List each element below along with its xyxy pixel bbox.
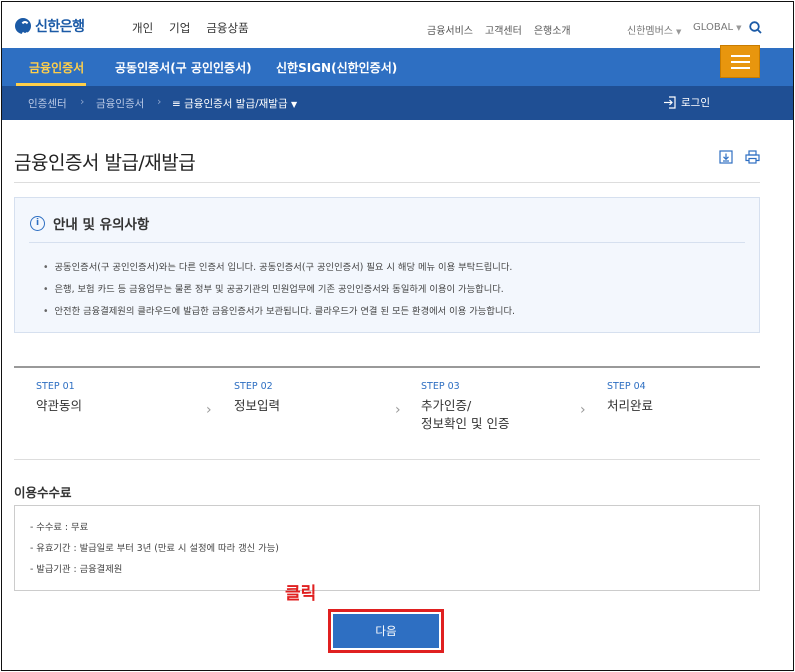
next-button[interactable]: 다음 bbox=[333, 614, 439, 648]
nav-item-business[interactable]: 기업 bbox=[169, 20, 190, 36]
print-icon[interactable] bbox=[745, 150, 760, 164]
nav-item-products[interactable]: 금융상품 bbox=[206, 20, 248, 36]
step-number: STEP 03 bbox=[421, 381, 460, 392]
utility-nav: 금융서비스 고객센터 은행소개 bbox=[427, 22, 571, 37]
tab-joint-cert[interactable]: 공동인증서(구 공인인증서) bbox=[115, 59, 252, 76]
step-number: STEP 04 bbox=[607, 381, 646, 392]
breadcrumb-current[interactable]: ≡ 금융인증서 발급/재발급 ▼ bbox=[172, 96, 297, 111]
notice-box: i 안내 및 유의사항 공동인증서(구 공인인증서)와는 다른 인증서 입니다.… bbox=[14, 197, 760, 333]
chevron-right-icon: › bbox=[80, 95, 85, 108]
chevron-right-icon: › bbox=[580, 402, 586, 418]
brand-logo[interactable]: 신한은행 bbox=[15, 16, 85, 36]
cert-nav-bar: 금융인증서 공동인증서(구 공인인증서) 신한SIGN(신한인증서) bbox=[2, 48, 793, 86]
member-menu[interactable]: 신한멤버스 ▼ bbox=[627, 22, 681, 37]
breadcrumb-current-label: 금융인증서 발급/재발급 bbox=[184, 98, 288, 110]
util-customer-center[interactable]: 고객센터 bbox=[485, 22, 522, 37]
notice-item: 공동인증서(구 공인인증서)와는 다른 인증서 입니다. 공동인증서(구 공인인… bbox=[43, 259, 515, 281]
step-label: 정보입력 bbox=[234, 398, 281, 413]
breadcrumb-item[interactable]: 인증센터 bbox=[28, 96, 67, 111]
fee-title: 이용수수료 bbox=[14, 485, 72, 500]
fee-item: - 수수료 : 무료 bbox=[30, 522, 89, 533]
step-4: STEP 04 처리완료 bbox=[607, 381, 653, 415]
fee-box: - 수수료 : 무료 - 유효기간 : 발급일로 부터 3년 (만료 시 설정에… bbox=[14, 505, 760, 591]
notice-title: 안내 및 유의사항 bbox=[53, 217, 150, 233]
nav-item-personal[interactable]: 개인 bbox=[132, 20, 153, 36]
step-2: STEP 02 정보입력 bbox=[234, 381, 280, 415]
brand-name: 신한은행 bbox=[35, 19, 85, 35]
search-icon[interactable] bbox=[749, 21, 762, 34]
login-icon bbox=[664, 96, 676, 109]
page-tools bbox=[719, 150, 760, 164]
step-label-line: 추가인증/ bbox=[421, 398, 472, 413]
fee-item: - 발급기관 : 금융결제원 bbox=[30, 564, 123, 575]
notice-header: i 안내 및 유의사항 bbox=[30, 213, 149, 233]
member-menu-label: 신한멤버스 bbox=[627, 26, 673, 37]
login-label: 로그인 bbox=[681, 97, 710, 109]
step-label-line: 정보확인 및 인증 bbox=[421, 416, 510, 431]
divider bbox=[14, 182, 760, 183]
step-1: STEP 01 약관동의 bbox=[36, 381, 82, 415]
top-bar: 신한은행 개인 기업 금융상품 금융서비스 고객센터 은행소개 신한멤버스 ▼ G… bbox=[2, 2, 793, 48]
step-3: STEP 03 추가인증/ 정보확인 및 인증 bbox=[421, 381, 509, 433]
step-number: STEP 02 bbox=[234, 381, 273, 392]
divider bbox=[14, 366, 760, 368]
notice-item: 은행, 보험 카드 등 금융업무는 물론 정부 및 공공기관의 민원업무에 기존… bbox=[43, 281, 515, 303]
download-icon[interactable] bbox=[719, 150, 733, 164]
tab-financial-cert[interactable]: 금융인증서 bbox=[29, 59, 84, 76]
global-menu-label: GLOBAL bbox=[693, 22, 734, 33]
step-label: 약관동의 bbox=[36, 398, 83, 413]
shinhan-logo-icon bbox=[15, 18, 31, 35]
chevron-right-icon: › bbox=[395, 402, 401, 418]
chevron-right-icon: › bbox=[206, 402, 212, 418]
page-title: 금융인증서 발급/재발급 bbox=[14, 152, 196, 174]
step-label: 추가인증/ 정보확인 및 인증 bbox=[421, 397, 509, 433]
info-icon: i bbox=[30, 215, 45, 231]
hamburger-menu-icon[interactable] bbox=[720, 45, 760, 78]
breadcrumb: 인증센터 › 금융인증서 › ≡ 금융인증서 발급/재발급 ▼ 로그인 bbox=[2, 86, 793, 120]
global-menu[interactable]: GLOBAL ▼ bbox=[693, 22, 742, 33]
fee-item: - 유효기간 : 발급일로 부터 3년 (만료 시 설정에 따라 갱신 가능) bbox=[30, 543, 279, 554]
divider bbox=[14, 459, 760, 460]
caret-down-icon: ▼ bbox=[736, 24, 742, 32]
login-button[interactable]: 로그인 bbox=[663, 95, 710, 110]
tab-shinhan-sign[interactable]: 신한SIGN(신한인증서) bbox=[276, 59, 397, 76]
divider bbox=[29, 242, 745, 243]
util-bank-intro[interactable]: 은행소개 bbox=[534, 22, 571, 37]
step-number: STEP 01 bbox=[36, 381, 75, 392]
fee-list: - 수수료 : 무료 - 유효기간 : 발급일로 부터 3년 (만료 시 설정에… bbox=[30, 519, 279, 582]
main-nav: 개인 기업 금융상품 bbox=[132, 20, 249, 36]
caret-down-icon: ▼ bbox=[290, 100, 298, 109]
breadcrumb-item[interactable]: 금융인증서 bbox=[96, 96, 144, 111]
notice-list: 공동인증서(구 공인인증서)와는 다른 인증서 입니다. 공동인증서(구 공인인… bbox=[43, 259, 515, 325]
notice-item: 안전한 금융결제원의 클라우드에 발급한 금융인증서가 보관됩니다. 클라우드가… bbox=[43, 303, 514, 325]
caret-down-icon: ▼ bbox=[676, 28, 682, 36]
chevron-right-icon: › bbox=[157, 95, 162, 108]
util-financial-services[interactable]: 금융서비스 bbox=[427, 22, 473, 37]
click-annotation: 클릭 bbox=[285, 584, 317, 604]
step-label: 처리완료 bbox=[607, 398, 654, 413]
